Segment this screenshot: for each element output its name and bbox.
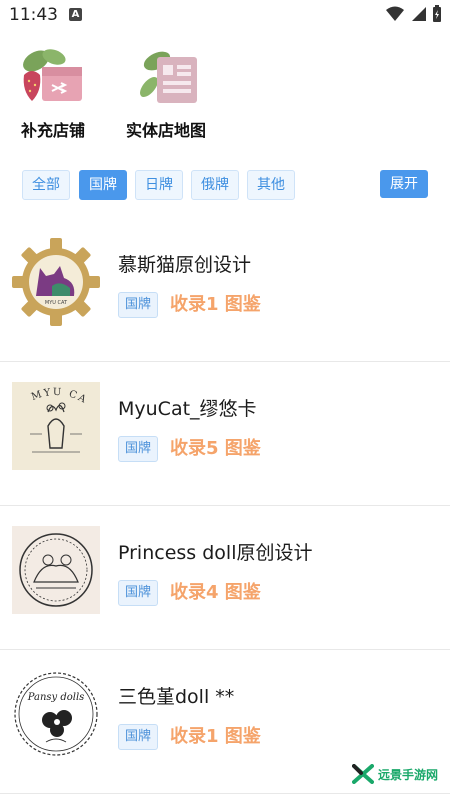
- filter-japanese[interactable]: 日牌: [135, 170, 183, 200]
- brand-catalog-count: 收录5 图鉴: [170, 438, 261, 459]
- notification-badge-icon: A: [69, 8, 82, 21]
- brand-origin-tag: 国牌: [118, 724, 159, 750]
- brand-catalog-count: 收录1 图鉴: [170, 294, 261, 315]
- brand-logo-text: MYU CAT: [12, 382, 89, 406]
- brand-origin-tag: 国牌: [118, 292, 159, 318]
- filter-russian[interactable]: 俄牌: [191, 170, 239, 200]
- filter-domestic[interactable]: 国牌: [79, 170, 127, 200]
- expand-button[interactable]: 展开: [380, 170, 428, 198]
- watermark: 远景手游网: [352, 764, 438, 784]
- battery-icon: [433, 5, 441, 22]
- shortcut-add-store-label: 补充店铺: [20, 121, 85, 140]
- signal-icon: [412, 7, 426, 21]
- brand-name: 慕斯猫原创设计: [118, 254, 252, 276]
- brand-origin-tag: 国牌: [118, 580, 159, 606]
- watermark-logo-icon: [352, 764, 374, 784]
- brand-catalog-count: 收录4 图鉴: [170, 582, 261, 603]
- watermark-text: 远景手游网: [378, 767, 439, 782]
- filter-other[interactable]: 其他: [247, 170, 295, 200]
- shop-add-icon: [18, 47, 88, 109]
- brand-origin-tag: 国牌: [118, 436, 159, 462]
- brand-logo-myucat: MYU CAT: [12, 382, 100, 470]
- list-item[interactable]: Princess doll原创设计 国牌 收录4 图鉴: [0, 506, 450, 650]
- status-time: 11:43: [9, 5, 58, 25]
- brand-logo-text: MYU CAT: [45, 300, 68, 306]
- shortcut-store-map[interactable]: 实体店地图: [126, 47, 206, 141]
- status-icons: [386, 5, 442, 23]
- brand-list: MYU CAT 慕斯猫原创设计 国牌 收录1 图鉴 MYU CAT MyuCat…: [0, 218, 450, 794]
- brand-logo-gear: MYU CAT: [12, 238, 100, 326]
- brand-name: 三色堇doll **: [118, 686, 235, 708]
- brand-logo-pansy: Pansy dolls: [12, 670, 100, 758]
- shortcut-add-store[interactable]: 补充店铺: [18, 47, 88, 141]
- filter-all[interactable]: 全部: [22, 170, 70, 200]
- status-bar: 11:43 A: [0, 0, 450, 32]
- brand-catalog-count: 收录1 图鉴: [170, 726, 261, 747]
- store-map-icon: [131, 47, 201, 109]
- wifi-icon: [386, 6, 404, 21]
- brand-name: MyuCat_缪悠卡: [118, 398, 257, 420]
- brand-logo-text: Pansy dolls: [27, 692, 85, 703]
- brand-name: Princess doll原创设计: [118, 542, 313, 564]
- list-item[interactable]: MYU CAT 慕斯猫原创设计 国牌 收录1 图鉴: [0, 218, 450, 362]
- brand-filter-bar: 全部 国牌 日牌 俄牌 其他 展开: [22, 170, 428, 200]
- shortcut-store-map-label: 实体店地图: [126, 121, 207, 140]
- list-item[interactable]: MYU CAT MyuCat_缪悠卡 国牌 收录5 图鉴: [0, 362, 450, 506]
- brand-logo-princess: [12, 526, 100, 614]
